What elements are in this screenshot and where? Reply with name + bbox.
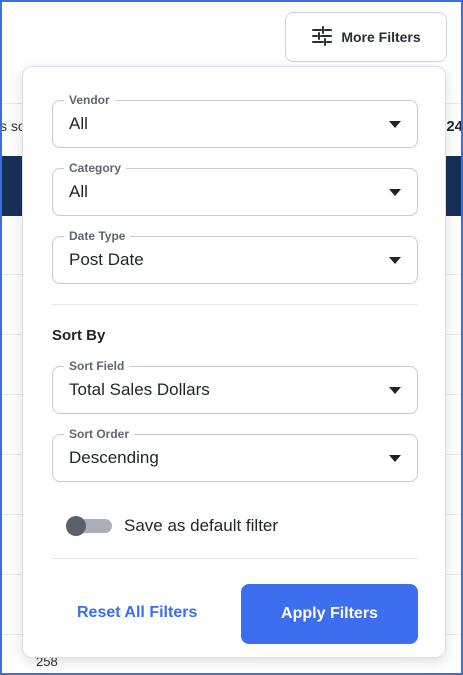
- vendor-value: All: [69, 114, 88, 133]
- filters-popover: Vendor All Category All Date Type Post D…: [22, 66, 446, 658]
- sort-field-select[interactable]: Sort Field Total Sales Dollars: [52, 359, 418, 414]
- section-divider: [52, 304, 418, 305]
- default-filter-label: Save as default filter: [124, 516, 279, 535]
- table-row-highlight-left: [0, 156, 24, 216]
- table-header-cell-right: 24: [446, 118, 463, 135]
- date-type-select[interactable]: Date Type Post Date: [52, 229, 418, 284]
- date-type-label: Date Type: [64, 229, 131, 243]
- sort-field-value: Total Sales Dollars: [69, 380, 210, 399]
- vendor-label: Vendor: [64, 93, 115, 107]
- sliders-icon: [311, 25, 333, 50]
- caret-down-icon: [389, 121, 401, 128]
- date-type-value: Post Date: [69, 250, 144, 269]
- more-filters-button[interactable]: More Filters: [285, 12, 447, 62]
- toggle-thumb: [66, 516, 86, 536]
- sort-order-value: Descending: [69, 448, 159, 467]
- category-label: Category: [64, 161, 127, 175]
- category-value: All: [69, 182, 88, 201]
- category-select[interactable]: Category All: [52, 161, 418, 216]
- sort-order-label: Sort Order: [64, 427, 135, 441]
- vendor-select[interactable]: Vendor All: [52, 93, 418, 148]
- apply-filters-button[interactable]: Apply Filters: [241, 584, 418, 644]
- caret-down-icon: [389, 455, 401, 462]
- caret-down-icon: [389, 257, 401, 264]
- more-filters-label: More Filters: [341, 29, 421, 45]
- sort-by-heading: Sort By: [52, 327, 106, 344]
- caret-down-icon: [389, 387, 401, 394]
- default-filter-toggle[interactable]: [66, 516, 112, 536]
- table-row-highlight-right: [445, 156, 463, 216]
- sort-field-label: Sort Field: [64, 359, 130, 373]
- section-divider: [52, 558, 418, 559]
- reset-all-filters-link[interactable]: Reset All Filters: [77, 604, 197, 622]
- caret-down-icon: [389, 189, 401, 196]
- sort-order-select[interactable]: Sort Order Descending: [52, 427, 418, 482]
